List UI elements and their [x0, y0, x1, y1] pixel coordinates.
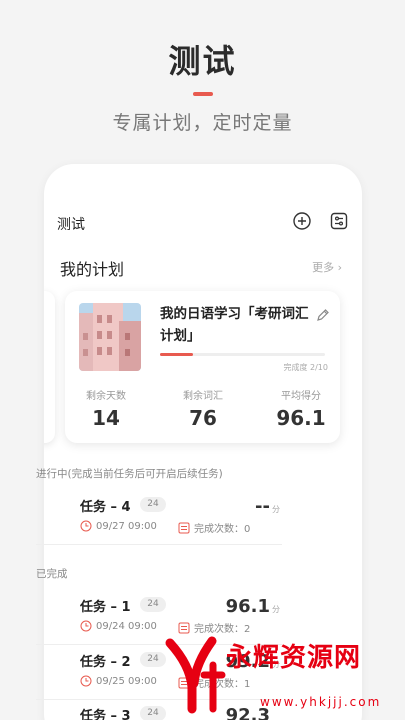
plan-section-title: 我的计划: [60, 260, 125, 279]
plan-progress-track: [160, 353, 325, 356]
stat-label: 平均得分: [281, 391, 321, 402]
settings-button[interactable]: [328, 210, 350, 232]
watermark: 永辉资源网 www.yhkjjj.com: [160, 635, 405, 720]
task-row[interactable]: 任务 – 4 24 -- 分 09/27 09:00 完成次数：0: [36, 496, 282, 540]
task-name: 任务 – 1: [80, 600, 131, 615]
edit-button[interactable]: [316, 307, 330, 321]
task-date: 09/27 09:00: [80, 520, 157, 532]
more-label: 更多: [312, 261, 335, 274]
task-date-text: 09/27 09:00: [96, 520, 157, 532]
stat-average-score: 平均得分 96.1: [261, 387, 341, 430]
task-count: 完成次数：2: [178, 620, 250, 635]
stat-value: 76: [189, 406, 217, 430]
stat-value: 14: [92, 406, 120, 430]
task-date: 09/24 09:00: [80, 620, 157, 632]
add-button[interactable]: [291, 210, 313, 232]
completed-label: 已完成: [36, 568, 68, 580]
plan-card[interactable]: 我的日语学习「考研词汇计划」 完成度 2/10 剩余天数 14 剩余词汇 76 …: [65, 291, 340, 443]
more-link[interactable]: 更多 ›: [312, 259, 342, 275]
stat-remaining-words: 剩余词汇 76: [163, 387, 243, 430]
previous-plan-card[interactable]: [44, 291, 55, 443]
task-score: 96.1: [225, 596, 270, 617]
checklist-icon: [178, 622, 190, 633]
watermark-url: www.yhkjjj.com: [260, 695, 382, 709]
divider: [36, 544, 282, 545]
task-count-text: 完成次数：2: [194, 624, 251, 635]
chevron-right-icon: ›: [337, 261, 342, 274]
task-count-text: 完成次数：0: [194, 524, 251, 535]
plus-circle-icon: [293, 212, 311, 230]
task-row[interactable]: 任务 – 1 24 96.1 分 09/24 09:00 完成次数：2: [36, 596, 282, 640]
sliders-icon: [330, 212, 348, 230]
stat-label: 剩余词汇: [183, 391, 223, 402]
pencil-icon: [317, 309, 329, 321]
clock-icon: [80, 675, 92, 687]
stat-value: 96.1: [276, 406, 326, 430]
clock-icon: [80, 620, 92, 632]
page-title: 测试: [57, 217, 85, 233]
task-date: 09/25 09:00: [80, 675, 157, 687]
stat-remaining-days: 剩余天数 14: [66, 387, 146, 430]
task-score-unit: 分: [272, 505, 280, 514]
checklist-icon: [178, 522, 190, 533]
stat-label: 剩余天数: [86, 391, 126, 402]
plan-progress-fill: [160, 353, 193, 356]
task-name: 任务 – 2: [80, 655, 131, 670]
plan-title: 我的日语学习「考研词汇计划」: [160, 306, 309, 344]
hero-title: 测试: [168, 42, 237, 80]
hero-underline: [193, 92, 213, 96]
task-badge: 24: [140, 597, 166, 612]
task-name: 任务 – 3: [80, 709, 131, 720]
plan-cover-image: [79, 303, 141, 371]
clock-icon: [80, 520, 92, 532]
in-progress-label: 进行中(完成当前任务后可开启后续任务): [36, 468, 223, 480]
plan-progress-text: 完成度 2/10: [283, 363, 328, 372]
task-date-text: 09/24 09:00: [96, 620, 157, 632]
task-name: 任务 – 4: [80, 500, 131, 515]
task-badge: 24: [140, 497, 166, 512]
task-date-text: 09/25 09:00: [96, 675, 157, 687]
task-score-unit: 分: [272, 605, 280, 614]
watermark-text: 永辉资源网: [226, 643, 362, 673]
task-count: 完成次数：0: [178, 520, 250, 535]
hero-subtitle: 专属计划，定时定量: [112, 112, 293, 134]
task-score: --: [255, 496, 270, 517]
watermark-logo-icon: [165, 636, 226, 714]
